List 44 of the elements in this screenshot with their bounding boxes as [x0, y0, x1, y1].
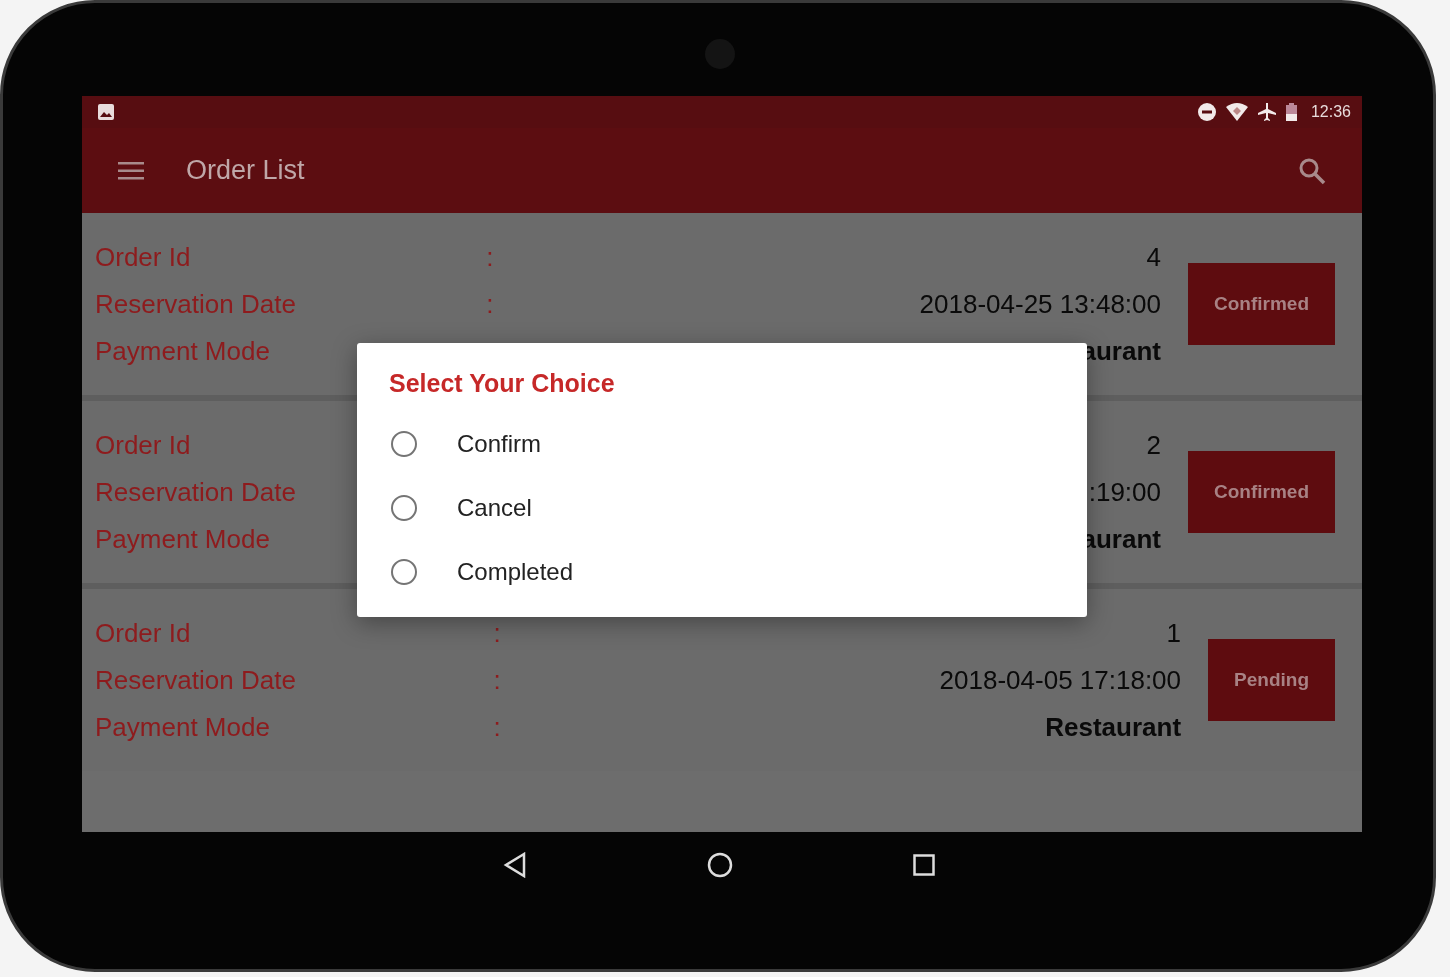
radio-button[interactable]	[391, 495, 417, 521]
order-card[interactable]: Order Id : 1 Reservation Date : 2018-04-05 17:18:00 Payment Mode : Restaurant Pending	[82, 589, 1362, 771]
status-button[interactable]: Pending	[1208, 639, 1335, 721]
field-label: Reservation Date	[95, 663, 296, 697]
status-button[interactable]: Confirmed	[1188, 451, 1335, 533]
field-value: 2	[1146, 428, 1161, 462]
recents-icon[interactable]	[913, 854, 935, 876]
radio-button[interactable]	[391, 559, 417, 585]
option-label[interactable]: Completed	[457, 558, 574, 586]
field-value: 2018-04-05 17:18:00	[939, 663, 1182, 697]
field-label: Payment Mode	[95, 334, 270, 368]
menu-icon[interactable]	[118, 161, 144, 180]
dialog-title: Select Your Choice	[389, 369, 615, 398]
back-icon[interactable]	[503, 852, 527, 878]
field-label: Payment Mode	[95, 710, 270, 744]
colon-separator: :	[493, 710, 502, 744]
colon-separator: :	[486, 240, 495, 274]
status-button[interactable]: Confirmed	[1188, 263, 1335, 345]
field-value: Restaurant	[1045, 710, 1182, 744]
field-label: Reservation Date	[95, 287, 296, 321]
colon-separator: :	[493, 616, 502, 650]
field-label: Order Id	[95, 240, 191, 274]
search-icon[interactable]	[1298, 156, 1326, 185]
colon-separator: :	[493, 663, 502, 697]
field-label: Reservation Date	[95, 475, 296, 509]
option-label[interactable]: Cancel	[457, 494, 532, 522]
option-label[interactable]: Confirm	[457, 430, 541, 458]
colon-separator: :	[486, 287, 495, 321]
clock-time: 12:36	[1310, 103, 1351, 121]
field-value: 2018-04-25 13:48:00	[919, 287, 1161, 321]
battery-icon	[1285, 103, 1297, 121]
field-value: 4	[1146, 240, 1161, 274]
wifi-icon	[1225, 103, 1248, 121]
field-label: Order Id	[95, 428, 191, 462]
airplane-icon	[1257, 103, 1276, 121]
field-value: :19:00	[1088, 475, 1161, 509]
home-icon[interactable]	[707, 852, 733, 878]
image-icon	[98, 104, 114, 120]
screen-title: Order List	[186, 155, 306, 186]
field-value: 1	[1166, 616, 1182, 650]
radio-button[interactable]	[391, 431, 417, 457]
do-not-disturb-icon	[1197, 103, 1216, 121]
field-label: Order Id	[95, 616, 191, 650]
field-label: Payment Mode	[95, 522, 270, 556]
